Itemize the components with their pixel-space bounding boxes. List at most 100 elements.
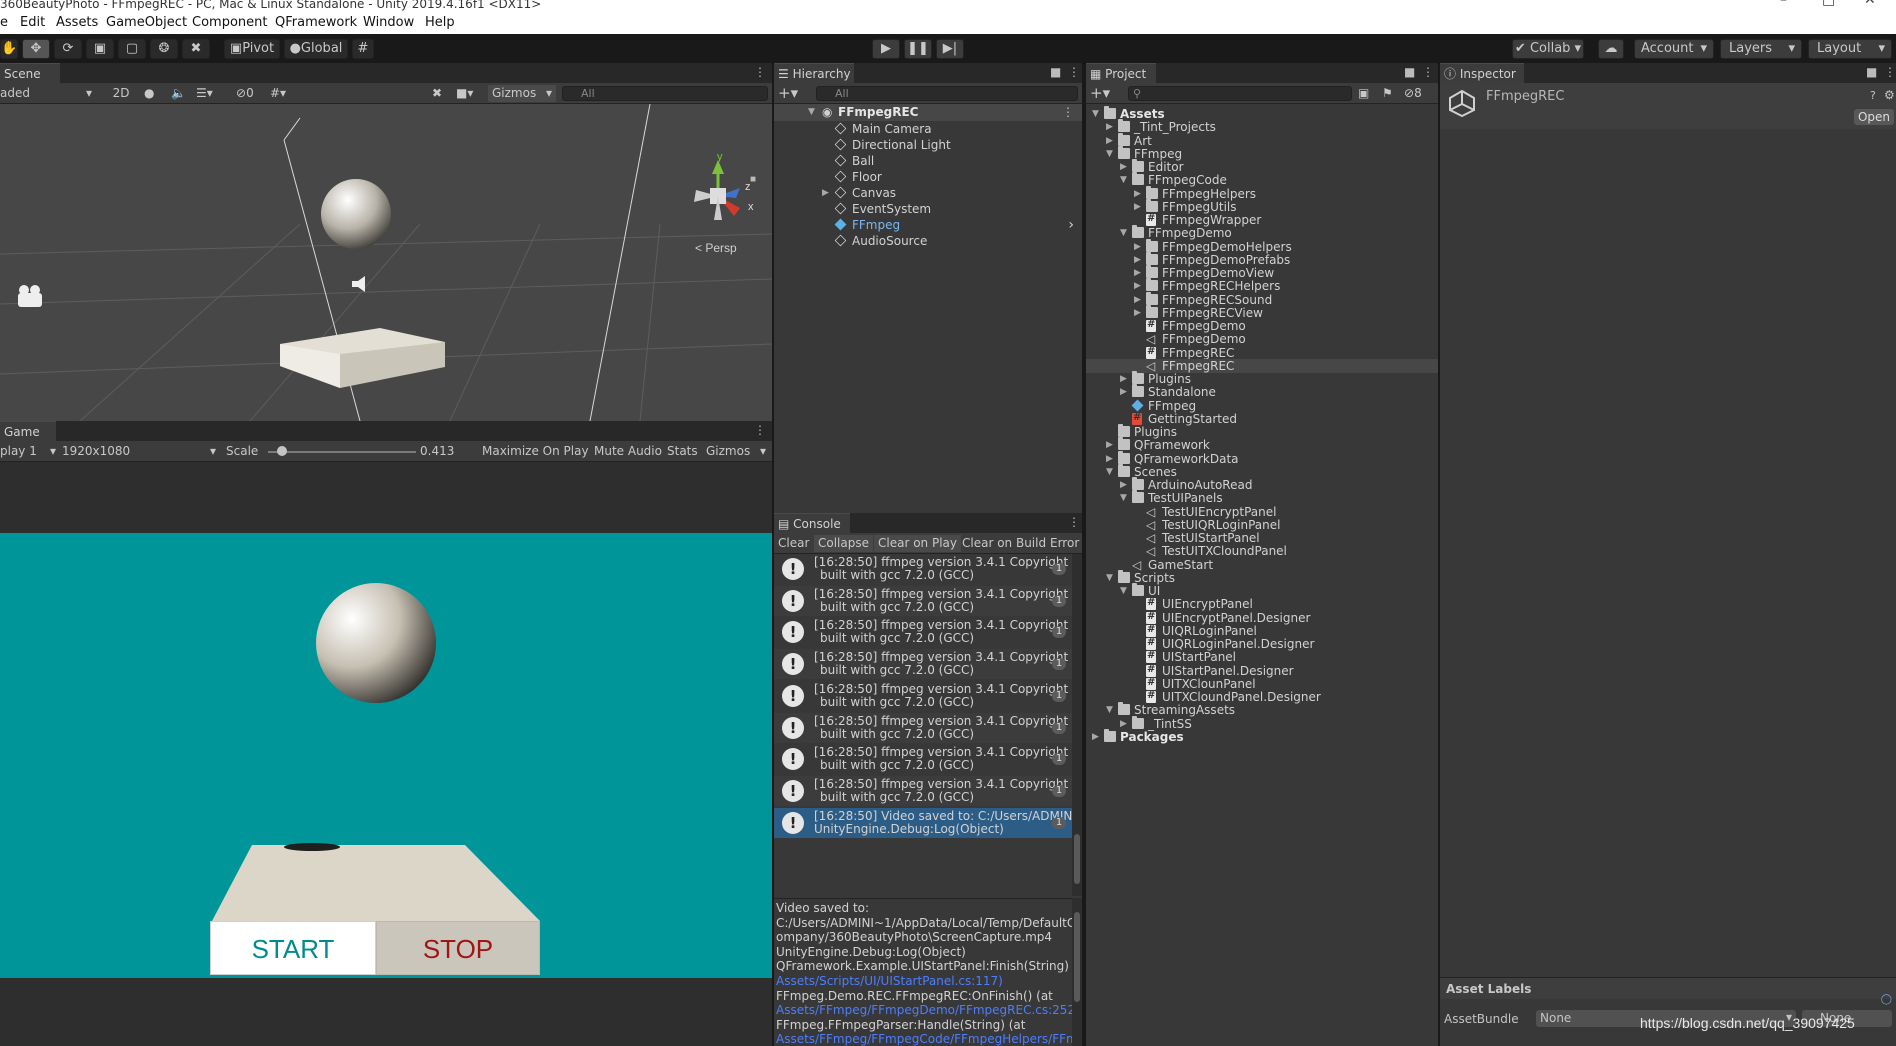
project-item[interactable]: UIStartPanel.Designer	[1086, 663, 1438, 678]
expand-arrow-icon[interactable]: ▶	[1106, 120, 1116, 134]
expand-arrow-icon[interactable]: ▶	[1106, 438, 1116, 452]
collapse-arrow-icon[interactable]: ▼	[808, 104, 818, 120]
console-message[interactable]: ! [16:28:50] ffmpeg version 3.4.1 Copyrig…	[774, 649, 1072, 680]
hidden-packages-toggle[interactable]: ⊘8	[1404, 85, 1422, 102]
hidden-objects-toggle[interactable]: ⊘0	[236, 85, 254, 102]
collapse-arrow-icon[interactable]: ▼	[1092, 107, 1102, 121]
game-gizmos-dropdown[interactable]: Gizmos ▾	[706, 443, 770, 460]
project-item[interactable]: FFmpegREC	[1086, 345, 1438, 360]
stats-toggle[interactable]: Stats	[667, 443, 698, 460]
console-message[interactable]: ! [16:28:50] ffmpeg version 3.4.1 Copyrig…	[774, 617, 1072, 648]
project-item[interactable]: ▶ _Tint_Projects	[1086, 119, 1438, 134]
expand-arrow-icon[interactable]: ▶	[822, 185, 832, 201]
console-message[interactable]: ! [16:28:50] ffmpeg version 3.4.1 Copyrig…	[774, 585, 1072, 616]
console-menu-icon[interactable]: ⋮	[1068, 515, 1080, 529]
game-ball[interactable]	[316, 583, 436, 703]
project-item[interactable]: ▶ Editor	[1086, 159, 1438, 174]
project-item[interactable]: ◁ TestUIStartPanel	[1086, 531, 1438, 545]
maximize-icon[interactable]: □	[1822, 0, 1835, 7]
expand-arrow-icon[interactable]: ▶	[1120, 478, 1130, 492]
collapse-arrow-icon[interactable]: ▼	[1120, 226, 1130, 240]
project-item[interactable]: ◁ GameStart	[1086, 558, 1438, 572]
expand-arrow-icon[interactable]: ▶	[1120, 717, 1130, 731]
project-item[interactable]: FFmpegDemo	[1086, 318, 1438, 333]
console-error-pause-toggle[interactable]: Error P	[1050, 535, 1082, 552]
expand-arrow-icon[interactable]: ▶	[1134, 266, 1144, 280]
camera-settings-dropdown[interactable]: ■▾	[456, 85, 473, 102]
grid-snap-button[interactable]: #	[352, 39, 374, 59]
project-item[interactable]: ▶ FFmpegUtils	[1086, 198, 1438, 214]
menu-assets[interactable]: Assets	[56, 15, 98, 30]
console-collapse-toggle[interactable]: Collapse	[814, 535, 873, 552]
hierarchy-item[interactable]: AudioSource	[774, 233, 1082, 249]
project-item[interactable]: ▶ FFmpegRECHelpers	[1086, 278, 1438, 293]
hierarchy-search-input[interactable]: All	[816, 86, 1078, 101]
hierarchy-lock-icon[interactable]: ■	[1050, 65, 1061, 79]
scene-viewport[interactable]: y z x < Persp ■	[0, 104, 772, 421]
collapse-arrow-icon[interactable]: ▼	[1120, 584, 1130, 598]
tab-project[interactable]: ▦ Project	[1086, 63, 1156, 83]
rotate-tool-button[interactable]: ⟳	[54, 39, 82, 59]
project-item[interactable]: ▶ Plugins	[1086, 371, 1438, 386]
project-item[interactable]: ▼ StreamingAssets	[1086, 702, 1438, 717]
grid-toggle-icon[interactable]: #▾	[270, 85, 286, 102]
menu-component[interactable]: Component	[192, 15, 267, 30]
project-item[interactable]: ◁ TestUIEncryptPanel	[1086, 505, 1438, 519]
console-detail-scrollbar[interactable]	[1072, 898, 1082, 1046]
custom-tool-button[interactable]: ✖	[182, 39, 210, 59]
project-item[interactable]: ◁ TestUITXCloundPanel	[1086, 544, 1438, 558]
console-scroll-thumb[interactable]	[1074, 834, 1080, 884]
expand-arrow-icon[interactable]: ▶	[1120, 385, 1130, 399]
project-item[interactable]: ◁ TestUIQRLoginPanel	[1086, 518, 1438, 532]
scene-menu-icon[interactable]: ⋮	[754, 65, 766, 79]
project-item[interactable]: ▶ Packages	[1086, 728, 1438, 744]
inspector-lock-icon[interactable]: ■	[1866, 65, 1877, 79]
project-item[interactable]: ▶ QFramework	[1086, 437, 1438, 452]
project-item[interactable]: Plugins	[1086, 424, 1438, 439]
console-message[interactable]: ! [16:28:50] ffmpeg version 3.4.1 Copyrig…	[774, 554, 1072, 584]
console-message[interactable]: ! [16:28:50] ffmpeg version 3.4.1 Copyrig…	[774, 744, 1072, 775]
global-toggle[interactable]: ●Global	[284, 39, 348, 59]
project-item[interactable]: UIEncryptPanel	[1086, 596, 1438, 611]
console-message[interactable]: ! [16:28:50] Video saved to: C:/Users/ADM…	[774, 807, 1072, 838]
scale-slider-track[interactable]	[268, 451, 416, 453]
cloud-button[interactable]: ☁	[1598, 39, 1624, 59]
project-item[interactable]: ▼ FFmpegCode	[1086, 172, 1438, 187]
project-item[interactable]: UIQRLoginPanel	[1086, 623, 1438, 638]
perspective-label[interactable]: < Persp	[695, 241, 737, 255]
display-dropdown[interactable]: play 1 ▾	[0, 443, 58, 460]
hierarchy-create-button[interactable]: +▾	[778, 85, 798, 102]
collapse-arrow-icon[interactable]: ▼	[1120, 491, 1130, 505]
project-item[interactable]: ▶ FFmpegRECView	[1086, 304, 1438, 320]
project-item[interactable]: UIEncryptPanel.Designer	[1086, 610, 1438, 625]
console-message[interactable]: ! [16:28:50] ffmpeg version 3.4.1 Copyrig…	[774, 712, 1072, 743]
tools-icon[interactable]: ✖	[432, 85, 442, 102]
start-button[interactable]: START	[210, 921, 376, 975]
game-menu-icon[interactable]: ⋮	[754, 423, 766, 437]
project-item[interactable]: ◁ FFmpegDemo	[1086, 332, 1438, 346]
pause-button[interactable]: ❚❚	[904, 39, 932, 59]
project-item[interactable]: ▼ UI	[1086, 583, 1438, 598]
project-create-button[interactable]: +▾	[1090, 85, 1110, 102]
project-menu-icon[interactable]: ⋮	[1422, 65, 1434, 79]
project-item[interactable]: ▶ _TintSS	[1086, 715, 1438, 731]
audio-toggle-icon[interactable]: 🔈	[171, 85, 186, 102]
menu-window[interactable]: Window	[363, 15, 414, 30]
hierarchy-item[interactable]: FFmpeg ›	[774, 217, 1082, 233]
project-item[interactable]: ▼ TestUIPanels	[1086, 490, 1438, 505]
game-viewport[interactable]	[0, 533, 772, 978]
hierarchy-root-menu-icon[interactable]: ⋮	[1062, 105, 1074, 119]
expand-arrow-icon[interactable]: ▶	[1134, 240, 1144, 254]
scene-ball[interactable]	[321, 179, 391, 249]
menu-gameobject[interactable]: GameObject	[106, 15, 187, 30]
stacktrace-link[interactable]: Assets/Scripts/UI/UIStartPanel.cs:117)	[776, 974, 1003, 989]
stacktrace-link[interactable]: Assets/FFmpeg/FFmpegDemo/FFmpegREC.cs:25…	[776, 1003, 1072, 1018]
expand-arrow-icon[interactable]: ▶	[1120, 372, 1130, 386]
project-item[interactable]: ▼ Assets	[1086, 106, 1438, 121]
project-item[interactable]: ▼ Scripts	[1086, 569, 1438, 585]
scale-tool-button[interactable]: ▣	[86, 39, 114, 59]
project-item[interactable]: ▶ FFmpegHelpers	[1086, 185, 1438, 201]
scene-search-input[interactable]: All	[562, 86, 768, 101]
move-tool-button[interactable]: ✥	[22, 39, 50, 59]
transform-tool-button[interactable]: ❂	[150, 39, 178, 59]
